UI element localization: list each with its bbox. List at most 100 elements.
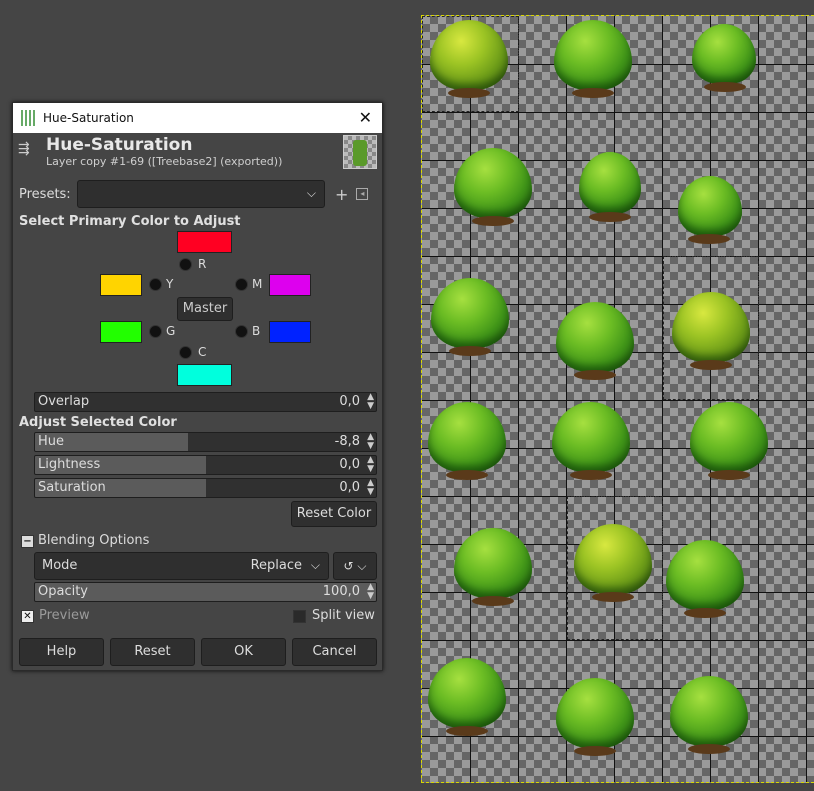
hue-saturation-dialog: Hue-Saturation ✕ ⇶ Hue-Saturation Layer … [12, 102, 383, 671]
mode-label: Mode [42, 558, 78, 573]
image-canvas[interactable] [421, 15, 814, 783]
grid-line [518, 16, 519, 782]
presets-label: Presets: [19, 186, 71, 202]
presets-combo[interactable]: ⌵ [77, 180, 325, 208]
layer-thumbnail [343, 135, 377, 169]
split-view-label: Split view [312, 608, 375, 623]
tree-sprite [424, 400, 510, 480]
tree-sprite [450, 526, 536, 606]
radio-cyan[interactable] [179, 346, 192, 359]
opacity-label: Opacity [38, 584, 89, 599]
tree-sprite [686, 400, 772, 480]
saturation-value: 0,0 [339, 480, 360, 495]
hue-label: Hue [38, 434, 65, 449]
close-icon[interactable]: ✕ [359, 108, 372, 127]
blue-swatch [269, 321, 311, 343]
radio-red-label: R [198, 257, 207, 271]
tree-sprite [552, 676, 638, 756]
red-swatch [177, 231, 232, 253]
mode-value: Replace [250, 558, 302, 573]
tree-sprite [552, 300, 638, 380]
cyan-swatch [177, 364, 232, 386]
tree-sprite [668, 290, 754, 370]
radio-cyan-label: C [198, 345, 207, 359]
radio-yellow-label: Y [166, 277, 174, 291]
presets-row: Presets: ⌵ + ◂ [19, 180, 369, 208]
preview-checkbox[interactable]: ✕ [21, 610, 34, 623]
blending-options-expander[interactable]: Blending Options [38, 533, 149, 548]
tree-sprite [426, 18, 512, 98]
tree-sprite [688, 22, 758, 92]
window-title: Hue-Saturation [43, 111, 134, 125]
gimp-app-icon [21, 110, 37, 126]
dialog-title: Hue-Saturation [46, 135, 193, 155]
collapse-icon[interactable]: − [21, 535, 34, 548]
overlap-spinscale[interactable]: Overlap 0,0 ▲ ▼ [34, 392, 377, 412]
reset-color-button[interactable]: Reset Color [291, 501, 377, 527]
saturation-label: Saturation [38, 480, 106, 495]
tree-sprite [427, 276, 513, 356]
radio-green-label: G [166, 324, 176, 338]
reset-button[interactable]: Reset [110, 638, 195, 666]
composite-mode-button[interactable]: ↺ ⌵ [333, 552, 377, 580]
spin-arrows-icon[interactable]: ▲ ▼ [367, 433, 374, 451]
lightness-spinscale[interactable]: Lightness 0,0 ▲ ▼ [34, 455, 377, 475]
tree-sprite [674, 174, 744, 244]
spin-arrows-icon[interactable]: ▲ ▼ [367, 479, 374, 497]
radio-blue[interactable] [235, 325, 248, 338]
cancel-button[interactable]: Cancel [292, 638, 377, 666]
saturation-spinscale[interactable]: Saturation 0,0 ▲ ▼ [34, 478, 377, 498]
undo-arrow-icon: ↺ [343, 559, 354, 573]
hue-spinscale[interactable]: Hue -8,8 ▲ ▼ [34, 432, 377, 452]
radio-green[interactable] [149, 325, 162, 338]
opacity-value: 100,0 [322, 584, 360, 599]
yellow-swatch [100, 274, 142, 296]
mode-combo[interactable]: Mode Replace ⌵ [34, 552, 329, 580]
tree-sprite [575, 150, 645, 222]
help-button[interactable]: Help [19, 638, 104, 666]
spin-arrows-icon[interactable]: ▲ ▼ [367, 456, 374, 474]
primary-color-heading: Select Primary Color to Adjust [19, 214, 241, 229]
green-swatch [100, 321, 142, 343]
chevron-down-icon: ⌵ [306, 186, 316, 200]
dialog-header: ⇶ Hue-Saturation Layer copy #1-69 ([Tree… [13, 133, 382, 169]
radio-yellow[interactable] [149, 278, 162, 291]
title-bar[interactable]: Hue-Saturation ✕ [13, 103, 382, 133]
chevron-down-icon: ⌵ [310, 558, 320, 572]
opacity-spinscale[interactable]: Opacity 100,0 ▲ ▼ [34, 582, 377, 602]
radio-red[interactable] [179, 258, 192, 271]
radio-magenta-label: M [252, 277, 263, 291]
lightness-label: Lightness [38, 457, 101, 472]
tree-sprite [662, 538, 748, 618]
tree-sprite [570, 522, 656, 602]
ok-button[interactable]: OK [201, 638, 286, 666]
grid-line [806, 16, 807, 782]
spin-arrows-icon[interactable]: ▲ ▼ [367, 393, 374, 411]
spin-arrows-icon[interactable]: ▲ ▼ [367, 583, 374, 601]
adjust-color-heading: Adjust Selected Color [19, 415, 177, 430]
magenta-swatch [269, 274, 311, 296]
grid-line [614, 16, 615, 782]
grid-line [422, 640, 814, 641]
overlap-label: Overlap [38, 394, 90, 409]
tree-sprite [424, 656, 510, 736]
tree-sprite [450, 146, 536, 226]
preset-menu-icon[interactable]: ◂ [356, 188, 369, 200]
chevron-down-icon: ⌵ [357, 559, 367, 573]
radio-blue-label: B [252, 324, 261, 338]
split-view-checkbox[interactable] [293, 610, 306, 623]
hue-saturation-tool-icon: ⇶ [18, 141, 30, 157]
preview-label: Preview [39, 608, 90, 623]
add-preset-icon[interactable]: + [335, 185, 348, 204]
radio-magenta[interactable] [235, 278, 248, 291]
grid-line [566, 16, 567, 782]
hue-value: -8,8 [334, 434, 360, 449]
tree-sprite [666, 674, 752, 754]
grid-line [422, 112, 814, 113]
master-button[interactable]: Master [177, 297, 233, 321]
lightness-value: 0,0 [339, 457, 360, 472]
overlap-value: 0,0 [339, 394, 360, 409]
layer-subtitle: Layer copy #1-69 ([Treebase2] (exported)… [46, 155, 283, 168]
tree-sprite [548, 400, 634, 480]
tree-sprite [550, 18, 636, 98]
